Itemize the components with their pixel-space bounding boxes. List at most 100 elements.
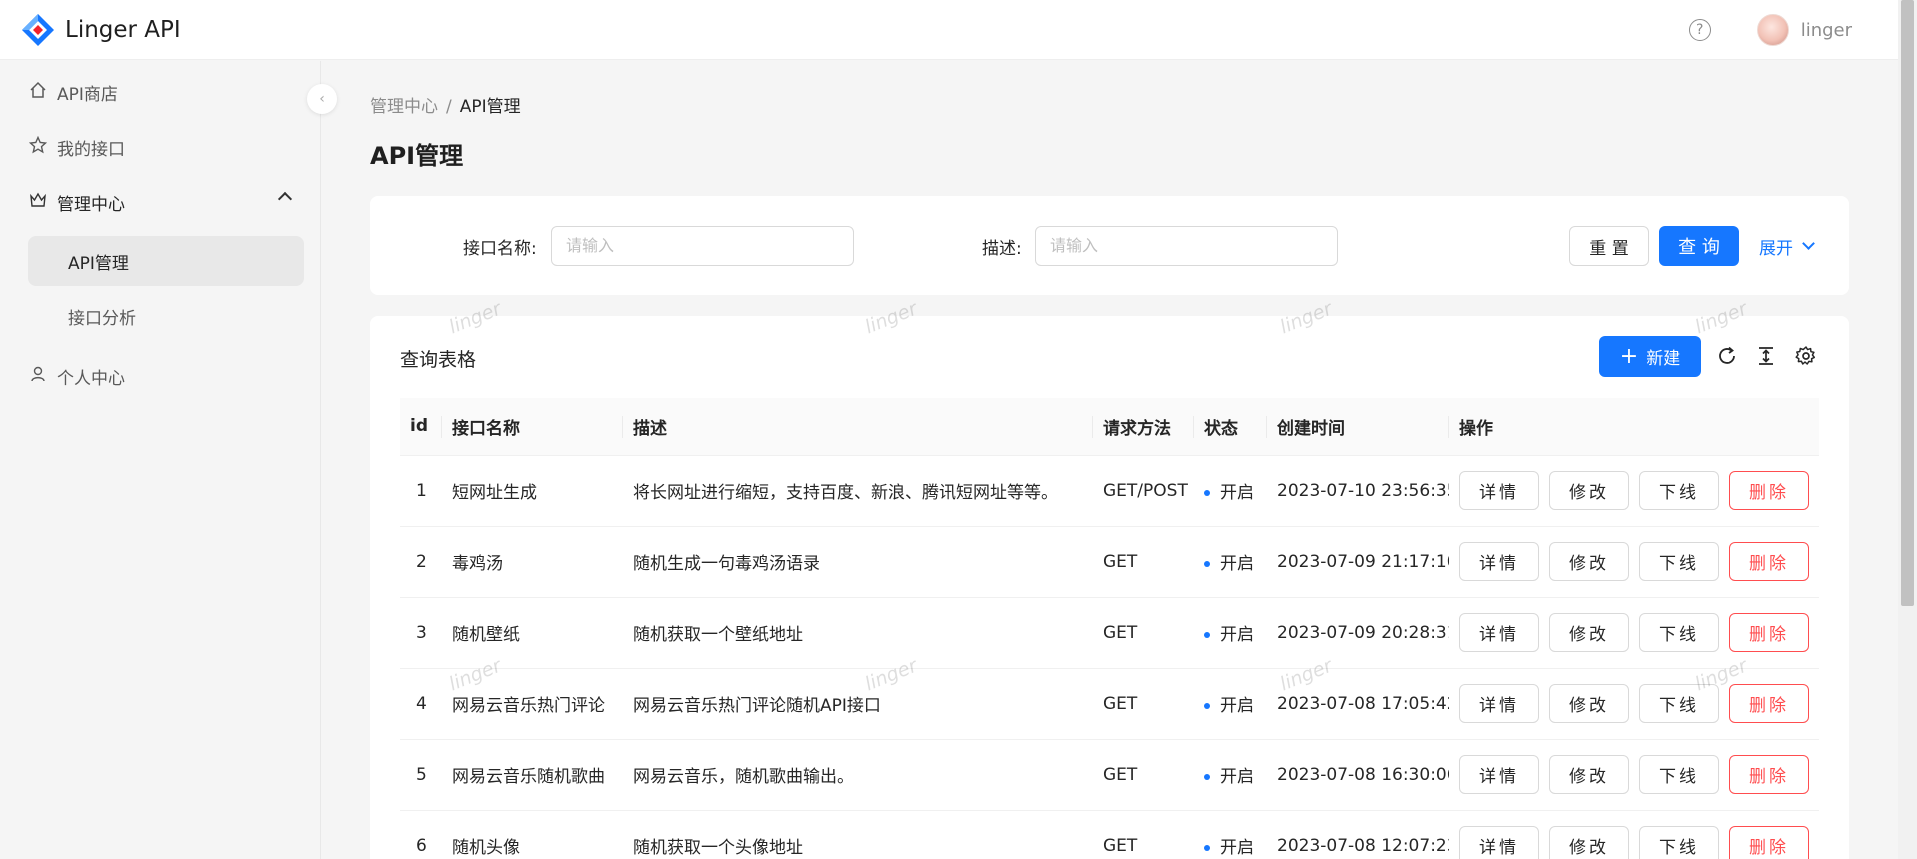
cell-created: 2023-07-08 12:07:23 [1267, 810, 1449, 859]
column-header-created: 创建时间 [1267, 398, 1449, 456]
new-button-label: 新建 [1646, 349, 1681, 369]
delete-button[interactable]: 删除 [1729, 826, 1809, 859]
cell-status: 开启 [1194, 739, 1267, 811]
sidebar-item-api-management[interactable]: API管理 [28, 236, 304, 286]
sidebar-item-personal-center[interactable]: 个人中心 [28, 351, 304, 401]
cell-actions: 详情 修改 下线 删除 [1449, 597, 1819, 669]
chevron-up-icon[interactable] [277, 191, 293, 207]
detail-button[interactable]: 详情 [1459, 542, 1539, 581]
app-title: Linger API [65, 16, 181, 43]
sidebar-collapse-button[interactable]: ‹ [307, 84, 337, 114]
cell-id: 2 [400, 526, 442, 598]
sidebar-item-label: 个人中心 [57, 368, 125, 389]
app-logo[interactable]: Linger API [20, 12, 181, 48]
status-text: 开启 [1220, 696, 1254, 716]
delete-button[interactable]: 删除 [1729, 613, 1809, 652]
table-header-row: id 接口名称 描述 请求方法 状态 创建时间 操作 [400, 398, 1819, 456]
cell-status: 开启 [1194, 668, 1267, 740]
sidebar-item-label: 我的接口 [57, 139, 125, 160]
reload-icon[interactable] [1715, 344, 1739, 368]
detail-button[interactable]: 详情 [1459, 755, 1539, 794]
cell-description: 将长网址进行缩短，支持百度、新浪、腾讯短网址等等。 [623, 455, 1093, 527]
offline-button[interactable]: 下线 [1639, 826, 1719, 859]
breadcrumb-separator: / [446, 97, 452, 117]
question-circle-icon[interactable]: ? [1688, 19, 1711, 41]
column-header-id: id [400, 398, 442, 456]
detail-button[interactable]: 详情 [1459, 826, 1539, 859]
search-form: 接口名称: 请输入 描述: 请输入 重 置 查 询 展开 [370, 196, 1849, 295]
crown-icon [28, 191, 48, 214]
table-row: 4 网易云音乐热门评论 网易云音乐热门评论随机API接口 GET 开启 2023-07-0… [400, 668, 1819, 740]
cell-name: 随机头像 [442, 810, 623, 859]
column-header-name: 接口名称 [442, 398, 623, 456]
avatar[interactable] [1756, 14, 1789, 46]
username[interactable]: linger [1801, 20, 1852, 41]
sidebar-item-admin-center[interactable]: 管理中心 [28, 177, 304, 227]
gear-icon[interactable] [1794, 344, 1818, 368]
desc-search-input[interactable]: 请输入 [1035, 226, 1338, 266]
cell-method: GET [1093, 526, 1194, 598]
query-table-card: 查询表格 + 新建 id 接口名称 描述 请求方法 状态 创建时间 操作 1 短网… [370, 316, 1849, 859]
query-button[interactable]: 查 询 [1659, 226, 1739, 266]
cell-id: 4 [400, 668, 442, 740]
edit-button[interactable]: 修改 [1549, 755, 1629, 794]
delete-button[interactable]: 删除 [1729, 684, 1809, 723]
detail-button[interactable]: 详情 [1459, 684, 1539, 723]
detail-button[interactable]: 详情 [1459, 613, 1539, 652]
offline-button[interactable]: 下线 [1639, 755, 1719, 794]
cell-actions: 详情 修改 下线 删除 [1449, 739, 1819, 811]
expand-label: 展开 [1759, 239, 1793, 259]
cell-description: 网易云音乐热门评论随机API接口 [623, 668, 1093, 740]
reset-button[interactable]: 重 置 [1569, 226, 1649, 266]
offline-button[interactable]: 下线 [1639, 613, 1719, 652]
column-header-description: 描述 [623, 398, 1093, 456]
cell-method: GET [1093, 810, 1194, 859]
sidebar-item-label: API商店 [57, 84, 118, 105]
page-title: API管理 [370, 142, 464, 170]
cell-status: 开启 [1194, 526, 1267, 598]
sidebar: API商店 我的接口 管理中心 API管理 接口分析 个人中心 [0, 61, 321, 859]
cell-created: 2023-07-09 20:28:31 [1267, 597, 1449, 669]
edit-button[interactable]: 修改 [1549, 542, 1629, 581]
table-title: 查询表格 [400, 349, 477, 371]
cell-actions: 详情 修改 下线 删除 [1449, 455, 1819, 527]
edit-button[interactable]: 修改 [1549, 826, 1629, 859]
cell-name: 网易云音乐热门评论 [442, 668, 623, 740]
cell-actions: 详情 修改 下线 删除 [1449, 526, 1819, 598]
status-text: 开启 [1220, 483, 1254, 503]
cell-description: 随机获取一个头像地址 [623, 810, 1093, 859]
page-scrollbar[interactable] [1898, 0, 1917, 859]
plus-icon: + [1619, 343, 1639, 369]
offline-button[interactable]: 下线 [1639, 684, 1719, 723]
sidebar-item-my-apis[interactable]: 我的接口 [28, 122, 304, 172]
column-height-icon[interactable] [1754, 344, 1778, 368]
cell-method: GET [1093, 739, 1194, 811]
expand-link[interactable]: 展开 [1759, 234, 1815, 259]
delete-button[interactable]: 删除 [1729, 542, 1809, 581]
offline-button[interactable]: 下线 [1639, 542, 1719, 581]
detail-button[interactable]: 详情 [1459, 471, 1539, 510]
scrollbar-thumb[interactable] [1901, 0, 1914, 606]
edit-button[interactable]: 修改 [1549, 471, 1629, 510]
new-button[interactable]: + 新建 [1599, 336, 1701, 377]
breadcrumb: 管理中心 / API管理 [370, 92, 521, 117]
chevron-down-icon [1802, 237, 1815, 250]
cell-name: 随机壁纸 [442, 597, 623, 669]
cell-id: 3 [400, 597, 442, 669]
edit-button[interactable]: 修改 [1549, 613, 1629, 652]
sidebar-item-api-analysis[interactable]: 接口分析 [28, 291, 304, 341]
name-search-input[interactable]: 请输入 [551, 226, 854, 266]
breadcrumb-root[interactable]: 管理中心 [370, 97, 438, 117]
cell-name: 短网址生成 [442, 455, 623, 527]
user-icon [28, 365, 48, 388]
delete-button[interactable]: 删除 [1729, 471, 1809, 510]
cell-status: 开启 [1194, 597, 1267, 669]
table-row: 5 网易云音乐随机歌曲 网易云音乐，随机歌曲输出。 GET 开启 2023-07-08 1… [400, 739, 1819, 811]
cell-id: 1 [400, 455, 442, 527]
cell-created: 2023-07-10 23:56:35 [1267, 455, 1449, 527]
edit-button[interactable]: 修改 [1549, 684, 1629, 723]
offline-button[interactable]: 下线 [1639, 471, 1719, 510]
status-dot-icon [1204, 845, 1210, 851]
delete-button[interactable]: 删除 [1729, 755, 1809, 794]
sidebar-item-api-store[interactable]: API商店 [28, 67, 304, 117]
